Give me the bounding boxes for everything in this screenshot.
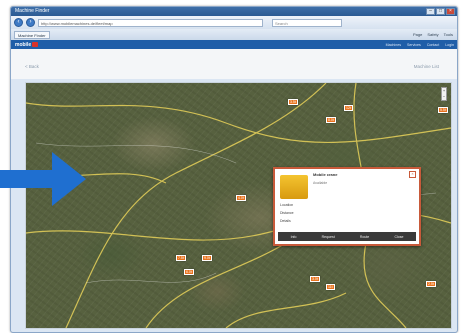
back-arrow-icon[interactable]: ‹ xyxy=(14,18,23,27)
close-button[interactable]: × xyxy=(446,8,455,15)
window-controls: – □ × xyxy=(426,8,455,15)
back-link[interactable]: < Back xyxy=(25,64,39,69)
pointer-arrow-icon xyxy=(0,152,86,206)
minimize-button[interactable]: – xyxy=(426,8,435,15)
request-button[interactable]: Request xyxy=(320,235,337,239)
close-popup-button[interactable]: Close xyxy=(392,235,405,239)
logo-text: mobile xyxy=(15,41,32,48)
machine-marker[interactable]: 12t xyxy=(344,105,353,111)
window-title: Machine Finder xyxy=(15,8,50,14)
zoom-control[interactable]: + − xyxy=(441,87,447,101)
popup-location: Location xyxy=(280,203,294,207)
machine-marker[interactable]: 8.0t xyxy=(326,117,336,123)
popup-distance: Distance xyxy=(280,211,294,215)
machine-marker[interactable]: 3.5t xyxy=(288,99,298,105)
machine-marker[interactable]: 9.0t xyxy=(202,255,212,261)
browser-tab[interactable]: Machine Finder xyxy=(14,30,50,39)
machine-info-popup: Mobile crane × Available Location Distan… xyxy=(273,167,421,246)
crane-icon xyxy=(280,175,308,199)
machine-marker[interactable]: 3.0t xyxy=(310,276,320,282)
nav-machines[interactable]: Machines xyxy=(386,43,401,47)
toolbar-item-page[interactable]: Page xyxy=(413,32,422,37)
logo-flag-icon xyxy=(32,42,39,47)
forward-arrow-icon[interactable]: › xyxy=(26,18,35,27)
popup-details[interactable]: Details xyxy=(280,219,291,223)
content-header: < Back Machine List xyxy=(11,49,457,79)
app-logo[interactable]: mobile xyxy=(15,41,39,48)
nav-login[interactable]: Login xyxy=(445,43,454,47)
machine-marker[interactable]: 4.0t xyxy=(236,195,246,201)
machine-marker[interactable]: 7.5t xyxy=(176,255,186,261)
popup-button-bar: Info Request Route Close xyxy=(278,232,416,241)
toolbar-item-tools[interactable]: Tools xyxy=(444,32,453,37)
popup-subtitle: Available xyxy=(313,181,328,185)
tab-row: Machine Finder Page Safety Tools xyxy=(11,29,457,40)
info-button[interactable]: Info xyxy=(289,235,299,239)
address-row: ‹ › http://www.mobilemachines.de/fleet/m… xyxy=(11,16,457,29)
machine-marker[interactable]: 11t xyxy=(326,284,335,290)
machine-list-link[interactable]: Machine List xyxy=(414,64,439,69)
address-bar[interactable]: http://www.mobilemachines.de/fleet/map xyxy=(38,18,263,27)
search-input[interactable]: Search xyxy=(272,18,342,27)
maximize-button[interactable]: □ xyxy=(436,8,445,15)
popup-title: Mobile crane xyxy=(313,172,338,177)
browser-toolbar: Page Safety Tools xyxy=(413,32,453,37)
app-header: mobile Machines Services Contact Login xyxy=(11,40,457,49)
machine-marker[interactable]: 6.0t xyxy=(184,269,194,275)
toolbar-item-safety[interactable]: Safety xyxy=(427,32,438,37)
machine-marker[interactable]: 2.5t xyxy=(426,281,436,287)
nav-services[interactable]: Services xyxy=(407,43,421,47)
title-bar: Machine Finder – □ × xyxy=(11,7,457,16)
machine-marker[interactable]: 5.5t xyxy=(438,107,448,113)
nav-contact[interactable]: Contact xyxy=(427,43,439,47)
close-icon[interactable]: × xyxy=(409,171,416,178)
app-nav: Machines Services Contact Login xyxy=(386,43,454,47)
route-button[interactable]: Route xyxy=(358,235,371,239)
